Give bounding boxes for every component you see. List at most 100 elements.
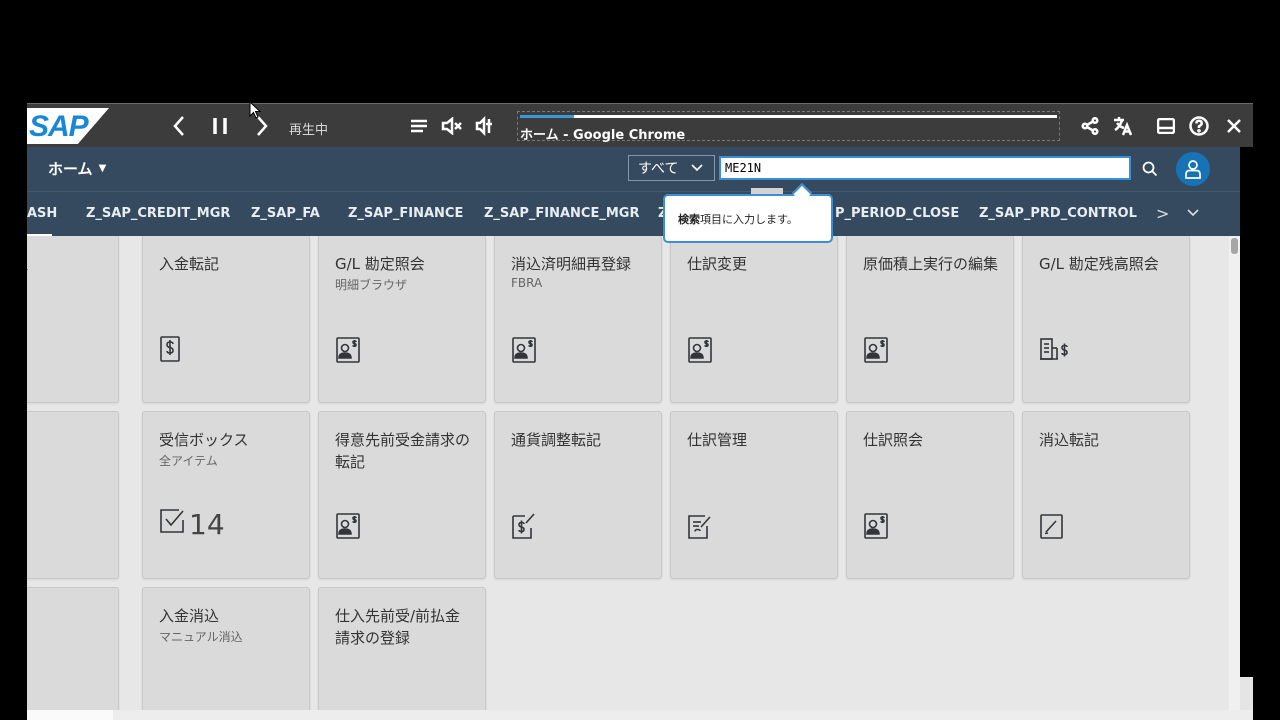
- app-tile[interactable]: 仕訳管理: [670, 411, 838, 579]
- app-tile[interactable]: 消込転記: [1022, 411, 1190, 579]
- dollar-icon: [159, 336, 181, 366]
- tile-title: 消込転記: [1039, 431, 1100, 449]
- tile-kpi: 14: [159, 508, 225, 541]
- app-tile[interactable]: 通貨調整転記: [494, 411, 662, 579]
- app-tile[interactable]: 仕入先前受/前払金請求の登録: [318, 587, 486, 710]
- mute-icon[interactable]: [440, 112, 464, 140]
- home-label: ホーム: [48, 160, 93, 178]
- user-avatar[interactable]: [1176, 152, 1210, 186]
- tile-title: 票取消: [27, 429, 108, 451]
- app-frame: SAP 再生中 ホーム - Google Chrome ホーム ▼ すべて ME…: [27, 103, 1253, 720]
- playback-status: 再生中: [289, 123, 329, 138]
- account-card-icon: [335, 512, 361, 544]
- app-tile[interactable]: 仕訳照会: [846, 411, 1014, 579]
- tile-title: 領: [27, 605, 108, 627]
- bottom-strip-segment: [27, 710, 113, 720]
- journal-edit-icon: [687, 512, 713, 544]
- edit-doc-icon: [1039, 512, 1065, 544]
- tile-title: 仕入先前受/前払金請求の登録: [335, 607, 461, 647]
- tab-item[interactable]: Z_SAP_FINANCE_MGR: [484, 206, 639, 221]
- app-tile[interactable]: 受信ボックス全アイテム 14: [142, 411, 310, 579]
- tile-title: 仕訳管理: [687, 431, 748, 449]
- search-scope-label: すべて: [638, 161, 679, 177]
- tab-item[interactable]: P_PERIOD_CLOSE: [835, 206, 959, 221]
- shell-header: ホーム ▼ すべて: [27, 147, 1240, 191]
- tab-item[interactable]: Z_SAP_FA: [251, 206, 320, 221]
- window-title: ホーム - Google Chrome: [520, 128, 686, 143]
- window-title-box: ホーム - Google Chrome: [517, 111, 1060, 143]
- caret-down-icon: ▼: [98, 163, 107, 174]
- tile-title: 仕訳変更: [687, 255, 748, 273]
- tooltip-text: 項目に入力します。: [700, 212, 798, 226]
- progress-fill: [520, 115, 574, 118]
- tile-title: G/L 勘定残高照会: [1039, 255, 1159, 273]
- search-input[interactable]: [719, 156, 1131, 180]
- bottom-strip: [27, 710, 1253, 720]
- help-icon[interactable]: [1188, 112, 1210, 140]
- app-tile[interactable]: 入金消込 マニュアル消込: [142, 587, 310, 710]
- tab-item[interactable]: Z_SAP_FINANCE: [348, 206, 463, 221]
- group-tabs: ASH Z_SAP_CREDIT_MGR Z_SAP_FA Z_SAP_FINA…: [27, 191, 1240, 237]
- vertical-scrollbar[interactable]: [1229, 236, 1240, 710]
- tile-subtitle: 全アイテム: [159, 454, 218, 468]
- tab-item[interactable]: Z_SAP_PRD_CONTROL: [979, 206, 1137, 221]
- app-tile[interactable]: 領: [27, 587, 119, 710]
- tab-item[interactable]: Z_SAP_CREDIT_MGR: [86, 206, 230, 221]
- account-card-icon: [863, 512, 889, 544]
- search-scope-select[interactable]: すべて: [628, 155, 715, 181]
- app-tile[interactable]: G/L 勘定照会明細ブラウザ: [318, 236, 486, 403]
- translate-icon[interactable]: [1112, 112, 1134, 140]
- tab-item[interactable]: ASH: [27, 206, 57, 221]
- app-tile[interactable]: 票取消: [27, 411, 119, 579]
- tile-grid: 明細管理 入金転記 G/L 勘定照会明細ブラウザ 消込済明細再登録 FBRA 仕訳変更 原価…: [27, 236, 1229, 710]
- scroll-thumb[interactable]: [1231, 238, 1238, 254]
- pause-icon[interactable]: [208, 112, 232, 140]
- chevron-down-icon: [1187, 209, 1199, 217]
- account-card-icon: [335, 336, 361, 368]
- account-card-icon: [511, 336, 537, 368]
- tile-title: G/L 勘定照会: [335, 255, 425, 273]
- app-tile[interactable]: 原価積上実行の編集: [846, 236, 1014, 403]
- tile-subtitle: 明細ブラウザ: [335, 278, 408, 292]
- back-icon[interactable]: [168, 112, 190, 140]
- app-tile[interactable]: 消込済明細再登録 FBRA: [494, 236, 662, 403]
- close-icon[interactable]: [1223, 112, 1245, 140]
- app-tile[interactable]: G/L 勘定残高照会: [1022, 236, 1190, 403]
- chevron-down-icon: [691, 164, 704, 172]
- app-tile[interactable]: 得意先前受金請求の転記: [318, 411, 486, 579]
- player-bar: SAP 再生中 ホーム - Google Chrome: [27, 103, 1253, 147]
- app-tile[interactable]: 明細管理: [27, 236, 119, 403]
- tile-title: 仕訳照会: [863, 431, 924, 449]
- tab-overflow-button[interactable]: [1186, 204, 1200, 223]
- mouse-cursor-icon: [249, 101, 261, 119]
- progress-bar[interactable]: [520, 115, 1057, 118]
- sap-logo: SAP: [27, 108, 109, 144]
- tile-title: 通貨調整転記: [511, 431, 602, 449]
- search-icon: [1142, 161, 1158, 177]
- person-icon: [1185, 160, 1201, 179]
- tile-title: 得意先前受金請求の転記: [335, 431, 471, 471]
- dollar-edit-icon: [511, 512, 537, 544]
- share-icon[interactable]: [1079, 112, 1101, 140]
- search-button[interactable]: [1137, 156, 1163, 182]
- caption-icon[interactable]: [1155, 112, 1177, 140]
- home-menu-button[interactable]: ホーム ▼: [48, 158, 106, 179]
- tile-title: 消込済明細再登録: [511, 255, 632, 273]
- settings-sliders-icon[interactable]: [474, 112, 496, 140]
- tile-title: 明細管理: [27, 253, 108, 275]
- building-dollar-icon: [1039, 336, 1073, 366]
- tile-title: 入金転記: [159, 255, 220, 273]
- task-check-icon: [159, 508, 185, 541]
- tile-title: 原価積上実行の編集: [863, 255, 999, 273]
- chevron-right-icon[interactable]: >: [1156, 204, 1169, 223]
- app-tile[interactable]: 入金転記: [142, 236, 310, 403]
- account-card-icon: [863, 336, 889, 368]
- app-tile[interactable]: 仕訳変更: [670, 236, 838, 403]
- tile-title: 入金消込: [159, 607, 220, 625]
- search-tooltip: 検索 項目に入力します。: [663, 194, 833, 243]
- menu-icon[interactable]: [408, 112, 430, 140]
- account-card-icon: [687, 336, 713, 368]
- tile-subtitle: FBRA: [511, 276, 543, 290]
- tooltip-bold-text: 検索: [678, 212, 700, 226]
- tile-title: 受信ボックス: [159, 431, 249, 449]
